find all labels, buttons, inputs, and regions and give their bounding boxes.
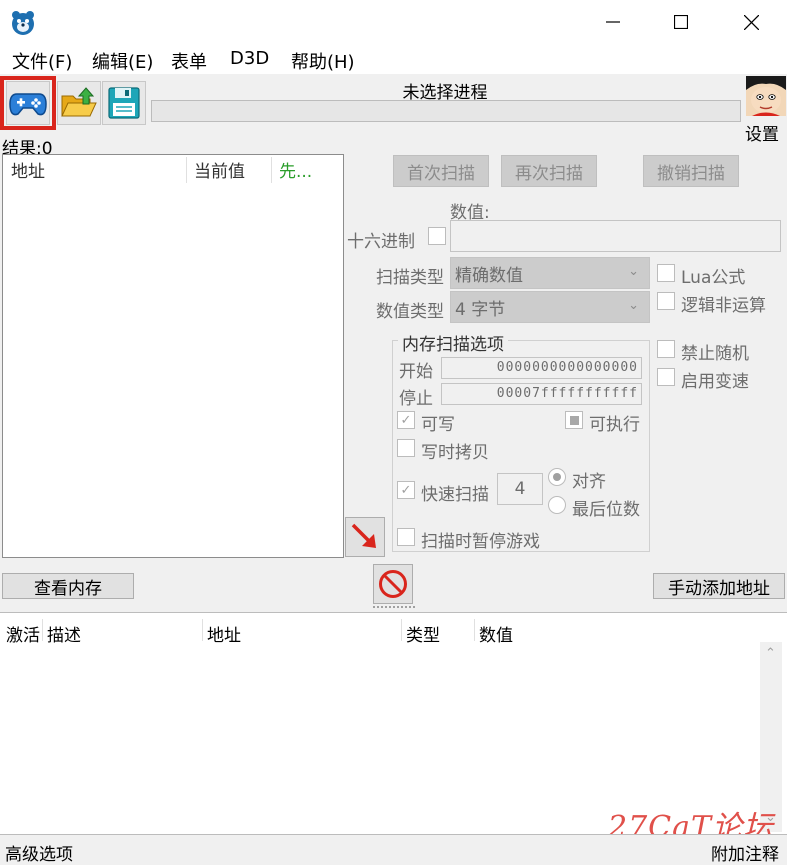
arrow-down-right-icon bbox=[351, 523, 376, 548]
cheat-engine-logo-icon bbox=[10, 10, 36, 36]
disable-random-checkbox[interactable] bbox=[657, 340, 675, 358]
column-previous-value[interactable]: 先... bbox=[279, 157, 312, 182]
lua-formula-label: Lua公式 bbox=[681, 268, 746, 288]
disable-random-label: 禁止随机 bbox=[681, 344, 749, 364]
add-address-manually-button[interactable]: 手动添加地址 bbox=[653, 573, 785, 599]
close-button[interactable] bbox=[723, 0, 779, 44]
splitter-handle[interactable] bbox=[373, 606, 415, 609]
select-process-button[interactable] bbox=[6, 81, 50, 125]
extra-comments-button[interactable]: 附加注释 bbox=[711, 840, 779, 865]
column-divider bbox=[186, 157, 187, 183]
chevron-down-icon: ⌄ bbox=[628, 298, 639, 313]
column-address[interactable]: 地址 bbox=[207, 621, 241, 646]
column-active[interactable]: 激活 bbox=[6, 621, 40, 646]
settings-button[interactable] bbox=[746, 76, 786, 116]
column-description[interactable]: 描述 bbox=[47, 621, 81, 646]
column-address[interactable]: 地址 bbox=[11, 157, 45, 182]
pause-game-label: 扫描时暂停游戏 bbox=[421, 532, 540, 552]
column-divider bbox=[401, 619, 402, 641]
save-file-button[interactable] bbox=[102, 81, 146, 125]
no-entry-icon bbox=[379, 570, 407, 598]
scan-type-label: 扫描类型 bbox=[376, 268, 444, 288]
first-scan-button[interactable]: 首次扫描 bbox=[393, 155, 489, 187]
cartoon-avatar-icon bbox=[746, 76, 786, 116]
value-input[interactable] bbox=[450, 220, 781, 252]
scan-type-select[interactable]: 精确数值 ⌄ bbox=[450, 257, 650, 289]
open-file-button[interactable] bbox=[57, 81, 101, 125]
executable-checkbox[interactable] bbox=[565, 411, 583, 429]
fast-scan-checkbox[interactable]: ✓ bbox=[397, 481, 415, 499]
value-type-value: 4 字节 bbox=[455, 299, 506, 320]
value-type-label: 数值类型 bbox=[376, 302, 444, 322]
column-type[interactable]: 类型 bbox=[406, 621, 440, 646]
column-divider bbox=[42, 619, 43, 641]
bottom-bar: 高级选项 附加注释 bbox=[0, 834, 787, 865]
executable-label: 可执行 bbox=[589, 415, 640, 435]
scroll-up-icon[interactable]: ⌃ bbox=[765, 646, 776, 661]
scan-type-value: 精确数值 bbox=[455, 265, 523, 286]
maximize-button[interactable] bbox=[653, 0, 709, 44]
lua-formula-checkbox[interactable] bbox=[657, 264, 675, 282]
start-address-input[interactable]: 0000000000000000 bbox=[441, 357, 642, 379]
value-type-select[interactable]: 4 字节 ⌄ bbox=[450, 291, 650, 323]
settings-label[interactable]: 设置 bbox=[745, 120, 779, 145]
writable-label: 可写 bbox=[421, 415, 455, 435]
hex-label: 十六进制 bbox=[347, 232, 415, 252]
menu-help[interactable]: 帮助(H) bbox=[291, 48, 355, 74]
gamepad-icon bbox=[9, 93, 47, 116]
floppy-disk-icon bbox=[108, 87, 140, 119]
logical-not-label: 逻辑非运算 bbox=[681, 296, 766, 316]
align-label: 对齐 bbox=[572, 472, 606, 492]
fast-scan-label: 快速扫描 bbox=[421, 485, 489, 505]
last-digits-label: 最后位数 bbox=[572, 500, 640, 520]
found-address-list[interactable]: 地址 当前值 先... bbox=[2, 154, 344, 558]
writable-checkbox[interactable]: ✓ bbox=[397, 411, 415, 429]
stop-address-input[interactable]: 00007fffffffffff bbox=[441, 383, 642, 405]
column-divider bbox=[202, 619, 203, 641]
fast-scan-value-input[interactable]: 4 bbox=[497, 473, 543, 505]
hex-checkbox[interactable] bbox=[428, 227, 446, 245]
column-value[interactable]: 数值 bbox=[479, 621, 513, 646]
last-digits-radio[interactable] bbox=[548, 496, 566, 514]
column-divider bbox=[271, 157, 272, 183]
chevron-down-icon: ⌄ bbox=[628, 264, 639, 279]
add-to-table-button[interactable] bbox=[345, 517, 385, 557]
advanced-options-button[interactable]: 高级选项 bbox=[5, 840, 73, 865]
copy-on-write-checkbox[interactable] bbox=[397, 439, 415, 457]
minimize-icon bbox=[606, 21, 620, 23]
memory-options-title: 内存扫描选项 bbox=[398, 330, 508, 355]
open-folder-icon bbox=[61, 87, 97, 117]
start-label: 开始 bbox=[399, 362, 433, 382]
menu-table[interactable]: 表单 bbox=[171, 48, 207, 74]
cheat-table[interactable]: 激活 描述 地址 类型 数值 bbox=[0, 612, 787, 834]
logical-not-checkbox[interactable] bbox=[657, 292, 675, 310]
pause-game-checkbox[interactable] bbox=[397, 528, 415, 546]
copy-on-write-label: 写时拷贝 bbox=[421, 443, 489, 463]
menu-edit[interactable]: 编辑(E) bbox=[92, 48, 153, 74]
enable-speedhack-checkbox[interactable] bbox=[657, 368, 675, 386]
maximize-icon bbox=[674, 15, 688, 29]
minimize-button[interactable] bbox=[585, 0, 641, 44]
stop-label: 停止 bbox=[399, 389, 433, 409]
view-memory-button[interactable]: 查看内存 bbox=[2, 573, 134, 599]
column-current-value[interactable]: 当前值 bbox=[194, 157, 245, 182]
enable-speedhack-label: 启用变速 bbox=[681, 372, 749, 392]
undo-scan-button[interactable]: 撤销扫描 bbox=[643, 155, 739, 187]
process-progress-bar bbox=[151, 100, 741, 122]
menu-bar: 文件(F) 编辑(E) 表单 D3D 帮助(H) bbox=[0, 44, 787, 74]
align-radio[interactable] bbox=[548, 468, 566, 486]
menu-file[interactable]: 文件(F) bbox=[12, 48, 72, 74]
close-icon bbox=[743, 14, 759, 30]
menu-d3d[interactable]: D3D bbox=[230, 48, 269, 69]
clear-list-button[interactable] bbox=[373, 564, 413, 604]
next-scan-button[interactable]: 再次扫描 bbox=[501, 155, 597, 187]
title-bar bbox=[0, 0, 787, 44]
column-divider bbox=[474, 619, 475, 641]
